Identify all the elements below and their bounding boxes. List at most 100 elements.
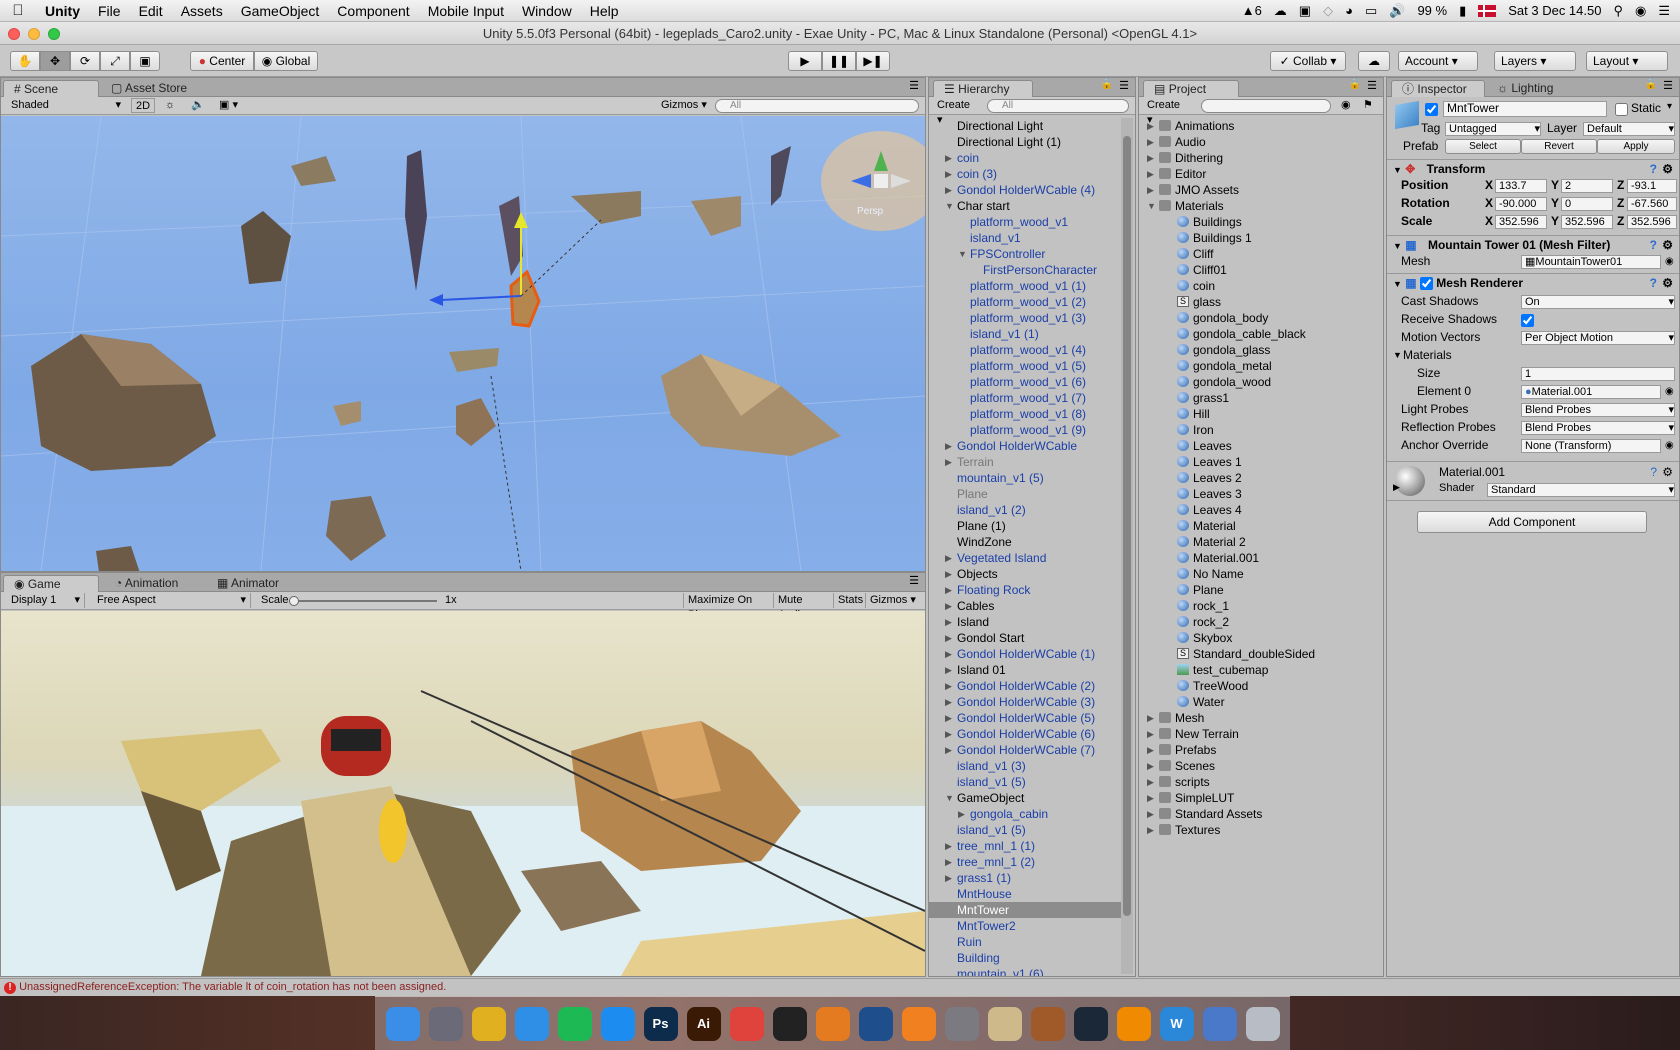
hierarchy-item[interactable]: ▶ Floating Rock (929, 582, 1121, 598)
mesh-filter-help-icon[interactable]: ? (1650, 236, 1657, 254)
hierarchy-item[interactable]: platform_wood_v1 (6) (929, 374, 1121, 390)
menu-window[interactable]: Window (513, 3, 581, 19)
tab-project[interactable]: ▤ Project (1143, 80, 1239, 97)
steam-icon[interactable] (1073, 1006, 1108, 1041)
hierarchy-item[interactable]: WindZone (929, 534, 1121, 550)
project-item[interactable]: Buildings 1 (1139, 230, 1383, 246)
size-field[interactable]: 1 (1521, 367, 1675, 381)
collapsed-arrow-icon[interactable]: ▶ (1147, 806, 1154, 822)
mesh-picker-icon[interactable]: ◉ (1665, 253, 1674, 270)
menu-help[interactable]: Help (581, 3, 628, 19)
flag-icon[interactable] (1478, 4, 1497, 17)
hierarchy-item[interactable]: platform_wood_v1 (7) (929, 390, 1121, 406)
collapsed-arrow-icon[interactable]: ▶ (1147, 182, 1154, 198)
rotate-tool-button[interactable]: ⟳ (70, 51, 100, 71)
project-item[interactable]: ▶ Editor (1139, 166, 1383, 182)
tab-asset-store[interactable]: ▢ Asset Store (101, 80, 211, 97)
hierarchy-item[interactable]: ▶ Terrain (929, 454, 1121, 470)
hierarchy-item[interactable]: island_v1 (5) (929, 822, 1121, 838)
rotation-x-field[interactable]: -90.000 (1495, 197, 1547, 211)
audio-toggle[interactable]: 🔈 (187, 98, 209, 113)
collapsed-arrow-icon[interactable]: ▶ (945, 710, 952, 726)
chrome-icon[interactable] (471, 1006, 506, 1041)
project-item[interactable]: grass1 (1139, 390, 1383, 406)
scale-slider[interactable] (289, 596, 437, 606)
project-item[interactable]: Material (1139, 518, 1383, 534)
mesh-filter-settings-icon[interactable]: ⚙ (1662, 236, 1673, 254)
lock-icon[interactable]: 🔒 (1101, 79, 1113, 90)
hierarchy-item[interactable]: platform_wood_v1 (2) (929, 294, 1121, 310)
material-settings-icon[interactable]: ⚙ (1662, 465, 1673, 479)
hierarchy-item[interactable]: ▶ Gondol HolderWCable (3) (929, 694, 1121, 710)
collapsed-arrow-icon[interactable]: ▶ (945, 678, 952, 694)
collapsed-arrow-icon[interactable]: ▶ (945, 454, 952, 470)
project-item[interactable]: ▶ Dithering (1139, 150, 1383, 166)
stats-toggle[interactable]: Stats (833, 593, 863, 608)
infuse-icon[interactable] (901, 1006, 936, 1041)
wifi-icon[interactable]: ◕ (1345, 3, 1353, 18)
adobe-icon[interactable]: ▲6 (1242, 3, 1262, 18)
static-dropdown-icon[interactable]: ▾ (1667, 101, 1672, 112)
project-create-dropdown[interactable]: Create ▾ (1143, 98, 1191, 126)
aspect-dropdown[interactable]: Free Aspect ▾ (93, 593, 251, 608)
motion-vectors-dropdown[interactable]: Per Object Motion ▾ (1521, 331, 1675, 345)
project-item[interactable]: Water (1139, 694, 1383, 710)
project-item[interactable]: ▶ Standard Assets (1139, 806, 1383, 822)
collapsed-arrow-icon[interactable]: ▶ (945, 838, 952, 854)
project-item[interactable]: ▼ Materials (1139, 198, 1383, 214)
hierarchy-item[interactable]: ▶ Island (929, 614, 1121, 630)
project-item[interactable]: Cliff01 (1139, 262, 1383, 278)
pivot-center-button[interactable]: ● Center (190, 51, 254, 71)
prefab-select-button[interactable]: Select (1445, 139, 1521, 154)
collapsed-arrow-icon[interactable]: ▶ (1147, 150, 1154, 166)
project-item[interactable]: Leaves (1139, 438, 1383, 454)
hierarchy-item[interactable]: mountain_v1 (5) (929, 470, 1121, 486)
project-item[interactable]: ▶ JMO Assets (1139, 182, 1383, 198)
collab-dropdown[interactable]: ✓ Collab ▾ (1270, 51, 1346, 71)
pause-button[interactable]: ❚❚ (822, 51, 856, 71)
anchor-override-field[interactable]: None (Transform) (1521, 439, 1661, 453)
scale-tool-button[interactable]: ⤢ (100, 51, 130, 71)
position-y-field[interactable]: 2 (1561, 179, 1613, 193)
hierarchy-item[interactable]: MntTower2 (929, 918, 1121, 934)
light-probes-dropdown[interactable]: Blend Probes ▾ (1521, 403, 1675, 417)
scale-slider-thumb[interactable] (289, 596, 299, 606)
scene-search-input[interactable]: All (715, 99, 919, 113)
project-item[interactable]: Sglass (1139, 294, 1383, 310)
mesh-field[interactable]: ▦MountainTower01 (1521, 255, 1661, 269)
toggle-2d-button[interactable]: 2D (131, 98, 155, 113)
material-expand-icon[interactable]: ▶ (1393, 482, 1400, 493)
hierarchy-item[interactable]: ▶ gongola_cabin (929, 806, 1121, 822)
project-item[interactable]: gondola_metal (1139, 358, 1383, 374)
scale-z-field[interactable]: 352.596 (1627, 215, 1677, 229)
collapsed-arrow-icon[interactable]: ▶ (945, 438, 952, 454)
hierarchy-item[interactable]: ▶ Vegetated Island (929, 550, 1121, 566)
filter-label-icon[interactable]: ⚑ (1359, 98, 1377, 113)
shader-dropdown[interactable]: Standard ▾ (1487, 483, 1675, 497)
tab-game[interactable]: ◉ Game (3, 575, 99, 592)
expanded-arrow-icon[interactable]: ▼ (945, 790, 954, 806)
unity-icon[interactable] (772, 1006, 807, 1041)
tag-dropdown[interactable]: Untagged ▾ (1445, 122, 1541, 136)
cloud-services-button[interactable]: ☁ (1358, 51, 1390, 71)
hierarchy-item[interactable]: ▶ Island 01 (929, 662, 1121, 678)
expanded-arrow-icon[interactable]: ▼ (945, 198, 954, 214)
rect-tool-button[interactable]: ▣ (130, 51, 160, 71)
scale-y-field[interactable]: 352.596 (1561, 215, 1613, 229)
shading-mode-dropdown[interactable]: Shaded ▾ (7, 98, 125, 113)
mesh-renderer-help-icon[interactable]: ? (1650, 274, 1657, 292)
books-icon[interactable] (1030, 1006, 1065, 1041)
bluetooth-icon[interactable]: ◇ (1323, 3, 1333, 19)
hierarchy-item[interactable]: ▶ Gondol HolderWCable (5) (929, 710, 1121, 726)
project-menu-icon[interactable]: ☰ (1367, 79, 1377, 92)
hierarchy-item[interactable]: ▶ Gondol HolderWCable (1) (929, 646, 1121, 662)
element-0-field[interactable]: ●Material.001 (1521, 385, 1661, 399)
position-z-field[interactable]: -93.1 (1627, 179, 1677, 193)
project-item[interactable]: gondola_glass (1139, 342, 1383, 358)
menu-app-name[interactable]: Unity (36, 3, 89, 19)
hierarchy-item[interactable]: ▶ Gondol HolderWCable (2) (929, 678, 1121, 694)
hierarchy-item[interactable]: ▶ coin (3) (929, 166, 1121, 182)
hierarchy-item[interactable]: ▶ tree_mnl_1 (2) (929, 854, 1121, 870)
hierarchy-item[interactable]: island_v1 (1) (929, 326, 1121, 342)
safari-icon[interactable] (514, 1006, 549, 1041)
